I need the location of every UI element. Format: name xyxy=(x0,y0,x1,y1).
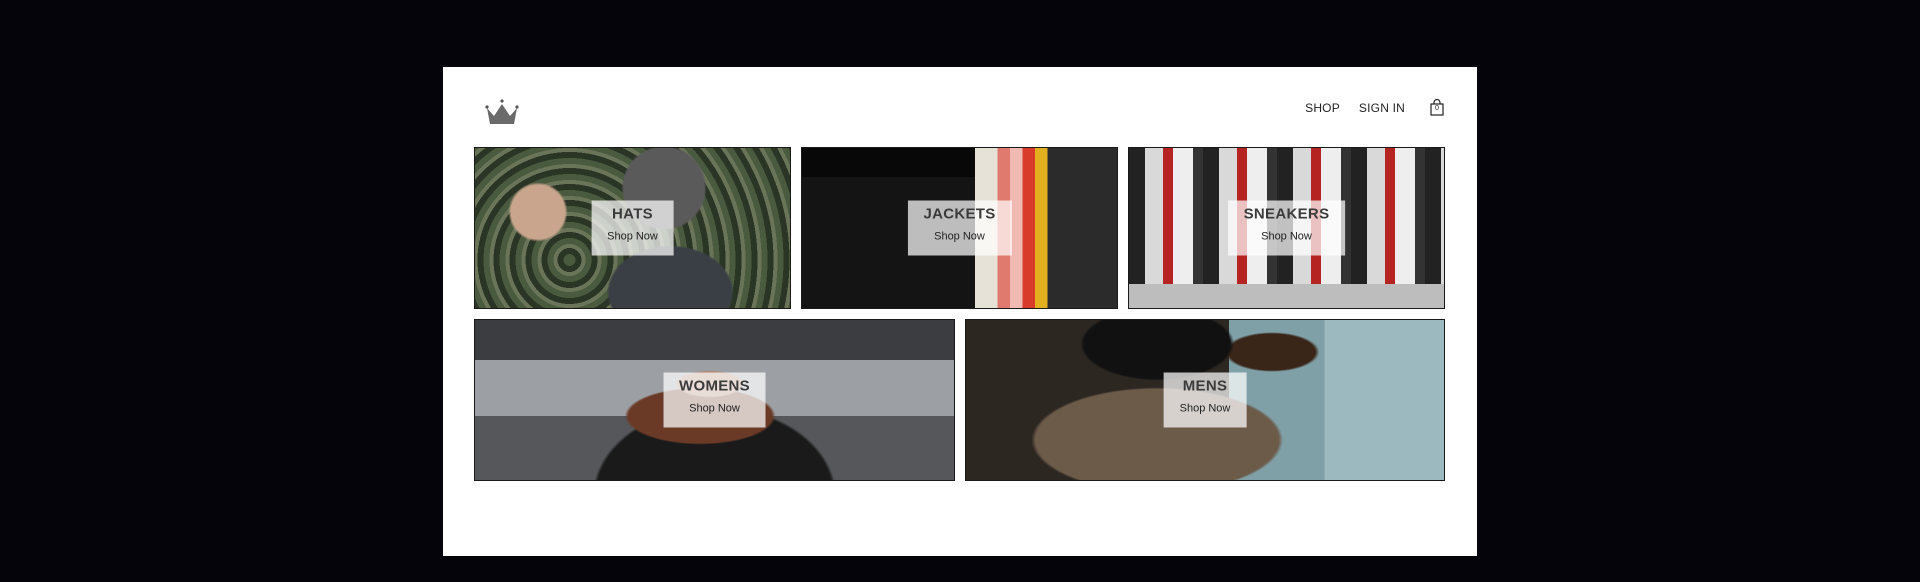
category-label: JACKETS Shop Now xyxy=(907,200,1012,256)
category-title: MENS xyxy=(1182,377,1228,395)
nav-signin-link[interactable]: SIGN IN xyxy=(1359,101,1405,115)
crown-icon[interactable] xyxy=(485,98,519,126)
nav-shop-link[interactable]: SHOP xyxy=(1305,101,1340,115)
category-tile-mens[interactable]: MENS Shop Now xyxy=(965,319,1445,481)
top-nav: SHOP SIGN IN 0 xyxy=(1305,99,1444,116)
category-label: HATS Shop Now xyxy=(591,200,674,256)
category-title: WOMENS xyxy=(679,377,750,395)
cart-count: 0 xyxy=(1435,105,1439,112)
category-label: MENS Shop Now xyxy=(1163,372,1247,428)
shopping-bag-icon[interactable]: 0 xyxy=(1430,99,1444,116)
shop-now-link[interactable]: Shop Now xyxy=(1180,403,1231,415)
shop-now-link[interactable]: Shop Now xyxy=(607,231,658,243)
category-label: WOMENS Shop Now xyxy=(663,372,766,428)
category-tile-jackets[interactable]: JACKETS Shop Now xyxy=(801,147,1118,309)
category-title: JACKETS xyxy=(923,205,996,223)
shop-now-link[interactable]: Shop Now xyxy=(923,231,995,243)
category-tile-hats[interactable]: HATS Shop Now xyxy=(474,147,791,309)
category-title: SNEAKERS xyxy=(1243,205,1330,223)
shop-now-link[interactable]: Shop Now xyxy=(679,403,750,415)
shop-now-link[interactable]: Shop Now xyxy=(1244,231,1330,243)
category-title: HATS xyxy=(612,205,653,223)
page-container: SHOP SIGN IN 0 HATS Shop Now JACKETS Sho… xyxy=(443,67,1477,556)
category-tile-womens[interactable]: WOMENS Shop Now xyxy=(474,319,955,481)
header: SHOP SIGN IN 0 xyxy=(443,67,1477,147)
category-label: SNEAKERS Shop Now xyxy=(1227,200,1346,256)
category-tile-sneakers[interactable]: SNEAKERS Shop Now xyxy=(1128,147,1445,309)
